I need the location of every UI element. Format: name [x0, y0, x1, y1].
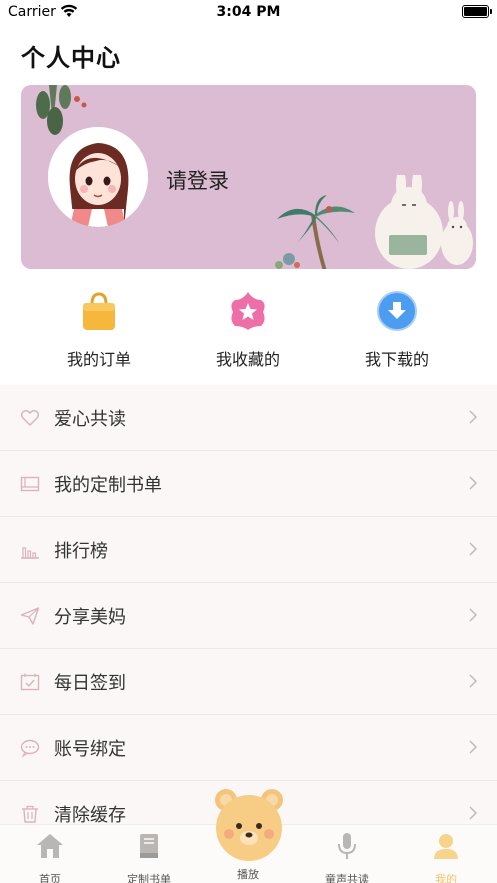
profile-card[interactable]: 请登录: [21, 85, 476, 269]
menu-item-account-binding[interactable]: 账号绑定: [0, 715, 497, 781]
my-downloads-button[interactable]: 我下载的: [327, 290, 467, 370]
menu-item-label: 账号绑定: [54, 739, 126, 760]
chevron-right-icon: [469, 806, 477, 820]
calendar-check-icon: [20, 673, 40, 691]
shopping-bag-icon: [83, 292, 115, 330]
menu-item-label: 清除缓存: [54, 805, 126, 825]
person-icon: [434, 834, 458, 859]
chevron-right-icon: [469, 476, 477, 490]
book-icon: [140, 834, 158, 858]
menu-item-label: 爱心共读: [54, 409, 126, 430]
settings-menu: 爱心共读 我的定制书单 排行榜 分享美妈 每日签到 账号绑定 清除缓存: [0, 385, 497, 825]
paper-plane-icon: [20, 607, 40, 625]
star-flower-icon: [231, 292, 265, 330]
tab-kids-reading[interactable]: 童声共读: [302, 825, 392, 883]
page-title: 个人中心: [21, 44, 121, 72]
my-orders-label: 我的订单: [66, 350, 131, 369]
my-favorites-label: 我收藏的: [215, 350, 280, 369]
clock: 3:04 PM: [216, 4, 281, 20]
list-card-icon: [20, 476, 40, 492]
tab-label: 首页: [39, 873, 61, 883]
bunnies-decoration-icon: [375, 175, 473, 269]
download-icon: [377, 291, 417, 331]
chevron-right-icon: [469, 608, 477, 622]
menu-item-custom-booklist[interactable]: 我的定制书单: [0, 451, 497, 517]
my-favorites-button[interactable]: 我收藏的: [178, 290, 318, 370]
trash-icon: [22, 805, 38, 823]
menu-item-daily-checkin[interactable]: 每日签到: [0, 649, 497, 715]
bear-icon[interactable]: [212, 786, 286, 862]
chevron-right-icon: [469, 674, 477, 688]
avatar[interactable]: [48, 127, 148, 227]
menu-item-share[interactable]: 分享美妈: [0, 583, 497, 649]
menu-item-love-reading[interactable]: 爱心共读: [0, 385, 497, 451]
bar-chart-icon: [21, 547, 39, 559]
my-downloads-label: 我下载的: [364, 350, 429, 369]
chevron-right-icon: [469, 542, 477, 556]
menu-item-label: 每日签到: [54, 673, 126, 694]
palm-tree-decoration-icon: [275, 195, 355, 269]
chat-bubble-icon: [20, 739, 40, 758]
tab-mine[interactable]: 我的: [401, 825, 491, 883]
home-icon: [37, 834, 63, 858]
my-orders-button[interactable]: 我的订单: [29, 290, 169, 370]
menu-item-label: 排行榜: [54, 541, 108, 562]
menu-item-ranking[interactable]: 排行榜: [0, 517, 497, 583]
battery-icon: [462, 5, 492, 18]
status-bar: Carrier 3:04 PM: [0, 0, 497, 26]
menu-item-label: 分享美妈: [54, 607, 126, 628]
tab-custom-booklist[interactable]: 定制书单: [104, 825, 194, 883]
heart-icon: [20, 410, 40, 426]
tab-play[interactable]: 播放: [203, 866, 293, 882]
chevron-right-icon: [469, 740, 477, 754]
login-link[interactable]: 请登录: [166, 165, 229, 195]
tab-label: 定制书单: [127, 873, 171, 883]
microphone-icon: [338, 833, 356, 859]
girl-avatar-icon: [48, 127, 148, 227]
tab-label: 童声共读: [325, 873, 369, 883]
tab-label: 我的: [435, 873, 457, 883]
menu-item-label: 我的定制书单: [54, 475, 162, 496]
tab-home[interactable]: 首页: [5, 825, 95, 883]
chevron-right-icon: [469, 410, 477, 424]
